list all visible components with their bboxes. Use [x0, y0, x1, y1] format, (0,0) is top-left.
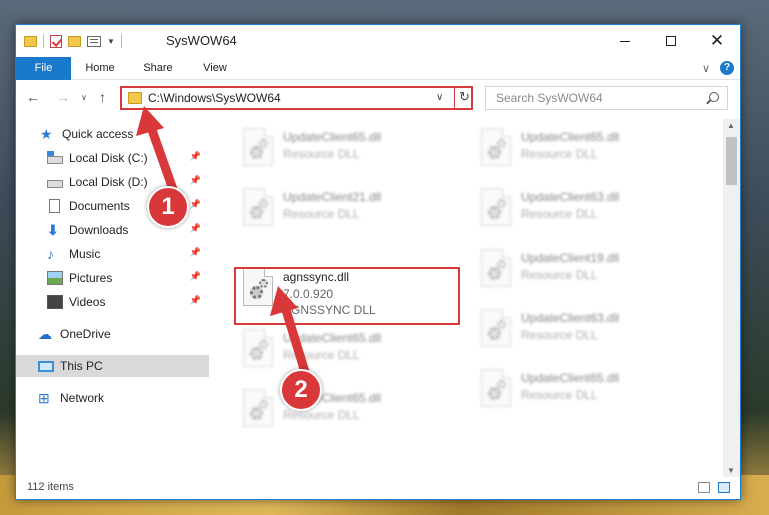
- annotation-arrows: [136, 106, 310, 377]
- arrow-1: [136, 106, 180, 200]
- step-badge-2: 2: [280, 369, 322, 411]
- arrow-2: [270, 286, 310, 377]
- step-badge-1: 1: [147, 186, 189, 228]
